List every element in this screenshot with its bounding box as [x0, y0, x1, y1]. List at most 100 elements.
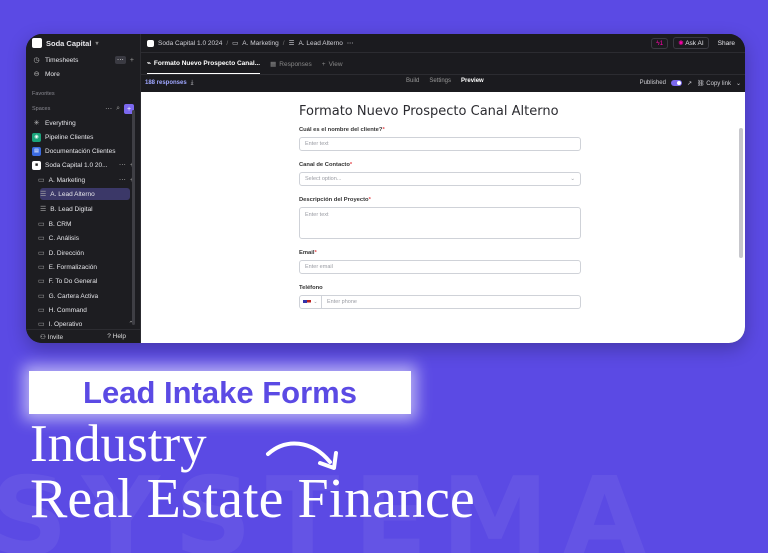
workspace-logo: [32, 38, 42, 48]
label-text: Descripción del Proyecto: [299, 197, 369, 203]
space-icon: [147, 39, 154, 47]
list-label: B. Lead Digital: [50, 205, 93, 213]
tab-form[interactable]: ⌁ Formato Nuevo Prospecto Canal...: [147, 59, 261, 74]
us-flag-icon: [303, 299, 312, 305]
sidebar-footer: ⚇ Invite ? Help: [26, 329, 140, 343]
folder-todo-general[interactable]: ▭ F. To Do General: [38, 275, 134, 287]
link-icon: ⛓: [696, 80, 707, 87]
badge-count: 1: [659, 39, 664, 47]
sidebar-item-label: Everything: [45, 119, 76, 127]
folder-marketing[interactable]: ▭ A. Marketing ⋯+: [38, 174, 134, 186]
copy-link-label: Copy link: [706, 80, 731, 87]
chevron-down-icon: ▾: [95, 40, 99, 47]
folder-label: I. Operativo: [48, 320, 83, 328]
folder-direccion[interactable]: ▭ D. Dirección: [38, 247, 134, 259]
tab-add-view[interactable]: + View: [322, 61, 343, 74]
mode-preview[interactable]: Preview: [461, 78, 484, 84]
field-label-email: Email*: [299, 250, 581, 256]
ask-ai-button[interactable]: ✺ Ask AI: [673, 37, 709, 49]
more-icon[interactable]: ⋯: [105, 105, 112, 113]
tab-responses[interactable]: ▦ Responses: [270, 60, 312, 74]
sidebar-item-everything[interactable]: ✳ Everything: [32, 117, 134, 129]
breadcrumb-list[interactable]: A. Lead Alterno: [298, 40, 342, 47]
folder-command[interactable]: ▭ H. Command: [38, 304, 134, 316]
label-text: Canal de Contacto: [299, 162, 350, 168]
mode-settings[interactable]: Settings: [429, 78, 451, 84]
label-text: Cuál es el nombre del cliente?: [299, 127, 383, 133]
sidebar-item-timesheets[interactable]: ◷ Timesheets ⋯ +: [32, 54, 134, 66]
share-button[interactable]: Share: [714, 39, 739, 48]
responses-count[interactable]: 188 responses: [145, 80, 187, 86]
chevron-down-icon[interactable]: ⌄: [736, 80, 741, 87]
field-label-canal: Canal de Contacto*: [299, 162, 581, 168]
sidebar-item-documentacion[interactable]: ▤ Documentación Clientes: [32, 145, 134, 157]
user-plus-icon: ⚇: [40, 333, 48, 341]
country-code-select[interactable]: ⌄: [300, 296, 322, 308]
folder-cartera-activa[interactable]: ▭ G. Cartera Activa: [38, 290, 134, 302]
phone-input[interactable]: ⌄ Enter phone: [299, 295, 581, 309]
folder-icon: ▭: [38, 250, 45, 257]
search-icon[interactable]: ⌕: [116, 105, 120, 113]
sidebar-item-more[interactable]: ⊖ More: [32, 68, 134, 80]
breadcrumb-space[interactable]: Soda Capital 1.0 2024: [158, 40, 222, 47]
folder-icon: ▭: [38, 264, 45, 271]
placeholder: Enter email: [305, 264, 333, 270]
workspace-name: Soda Capital: [46, 38, 92, 48]
email-input[interactable]: Enter email: [299, 260, 581, 274]
list-icon: ☰: [40, 191, 47, 198]
plus-icon[interactable]: +: [130, 57, 134, 64]
favorites-header[interactable]: Favorites: [32, 91, 55, 97]
list-label: A. Lead Alterno: [50, 190, 95, 198]
folder-crm[interactable]: ▭ B. CRM: [38, 218, 134, 230]
folder-label: D. Dirección: [48, 249, 85, 257]
more-icon[interactable]: ⋯: [119, 161, 126, 169]
folder-label: C. Análisis: [48, 234, 79, 242]
sidebar-item-label: Pipeline Clientes: [45, 133, 94, 141]
published-toggle[interactable]: [670, 80, 682, 86]
folder-icon: ▭: [38, 177, 45, 184]
more-icon[interactable]: ⋯: [119, 176, 126, 184]
folder-icon: ▭: [38, 221, 45, 228]
folder-label: A. Marketing: [48, 176, 86, 184]
list-item-lead-alterno[interactable]: ☰ A. Lead Alterno: [40, 188, 130, 200]
required-mark: *: [382, 127, 385, 133]
sidebar-item-label: Soda Capital 1.0 20...: [45, 161, 108, 169]
headline-real-estate-finance: Real Estate Finance: [30, 468, 475, 530]
description-textarea[interactable]: Enter text: [299, 207, 581, 239]
pipeline-icon: ◉: [32, 132, 41, 142]
tag-banner: Lead Intake Forms: [29, 371, 411, 414]
invite-button[interactable]: ⚇ Invite: [40, 333, 63, 341]
mode-switcher: Build Settings Preview: [406, 78, 484, 84]
chevron-down-icon: ⌄: [570, 176, 575, 182]
placeholder: Select option...: [305, 176, 342, 182]
more-icon[interactable]: ⋯: [347, 39, 354, 47]
folder-formalizacion[interactable]: ▭ E. Formalización: [38, 261, 134, 273]
sidebar-item-pipeline[interactable]: ◉ Pipeline Clientes: [32, 131, 134, 143]
doc-icon: ▤: [32, 146, 41, 156]
folder-icon: ▭: [38, 235, 45, 242]
more-icon[interactable]: ⋯: [114, 56, 126, 64]
list-item-lead-digital[interactable]: ☰ B. Lead Digital: [40, 203, 134, 215]
sidebar-item-label: Timesheets: [45, 56, 79, 64]
app-screenshot: Soda Capital ▾ ◷ Timesheets ⋯ + ⊖ More Fa…: [26, 34, 745, 343]
mode-build[interactable]: Build: [406, 78, 419, 84]
sidebar-scrollbar[interactable]: [132, 110, 135, 325]
list-icon: ☰: [288, 40, 295, 47]
external-link-icon[interactable]: ↗: [687, 80, 692, 87]
notification-badge[interactable]: ϟ1: [651, 37, 669, 49]
client-name-input[interactable]: Enter text: [299, 137, 581, 151]
help-button[interactable]: ? Help: [107, 333, 126, 340]
folder-analisis[interactable]: ▭ C. Análisis: [38, 232, 134, 244]
canal-select[interactable]: Select option... ⌄: [299, 172, 581, 186]
copy-link-button[interactable]: ⛓ Copy link: [697, 80, 731, 87]
workspace-switcher[interactable]: Soda Capital ▾: [32, 38, 98, 48]
published-label: Published: [639, 80, 666, 86]
breadcrumb-folder[interactable]: A. Marketing: [242, 40, 279, 47]
folder-icon: ▭: [38, 307, 45, 314]
folder-label: H. Command: [48, 306, 87, 314]
download-icon[interactable]: ⤓: [191, 80, 194, 87]
form-scrollbar[interactable]: [739, 128, 743, 258]
sidebar-item-soda-space[interactable]: ■ Soda Capital 1.0 20... ⋯+: [32, 159, 134, 171]
folder-icon: ▭: [38, 278, 45, 285]
everything-icon: ✳: [33, 120, 40, 127]
